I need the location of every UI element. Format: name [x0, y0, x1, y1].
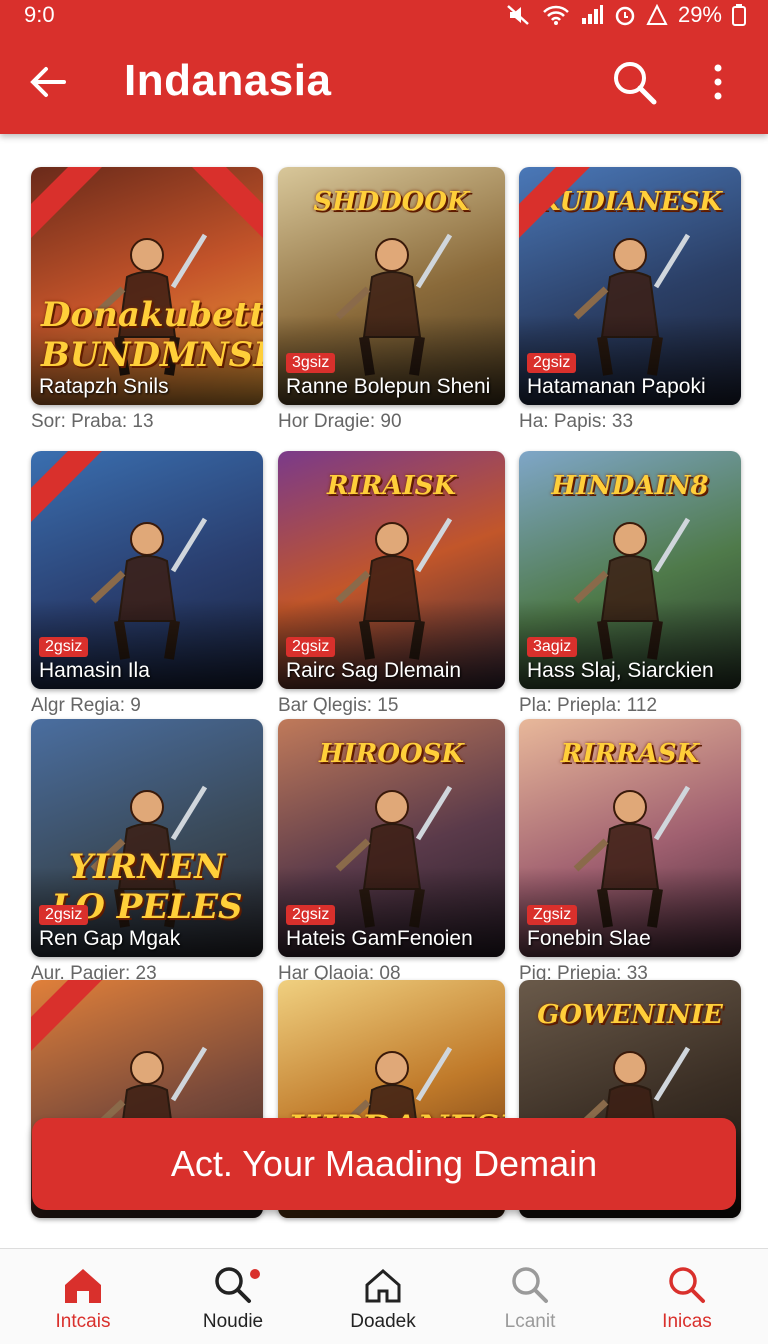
- game-thumbnail[interactable]: Donakubett BUNDMNSEHRatapzh Snils: [31, 167, 263, 405]
- status-icons: 29%: [506, 2, 746, 28]
- game-tag-badge: 2gsiz: [286, 905, 336, 925]
- game-card[interactable]: HINDAIN8 3agiz Hass Slaj, Siarckien Pla: Pr…: [519, 451, 741, 721]
- game-meta: Bar Qlegis: 15: [278, 695, 399, 716]
- game-title: Hatamanan Papoki: [527, 375, 706, 398]
- nav-item-1[interactable]: Noudie: [158, 1265, 308, 1344]
- nav-item-3[interactable]: Lcanit: [455, 1265, 605, 1344]
- game-logo: GOWENINIE: [537, 1000, 723, 1030]
- game-title: Hass Slaj, Siarckien: [527, 659, 714, 682]
- game-thumbnail[interactable]: HIROOSK 2gsiz Hateis GamFenoien: [278, 719, 505, 957]
- status-bar: 9:0 29%: [0, 0, 768, 30]
- nav-item-label: Noudie: [202, 1311, 264, 1332]
- nav-item-4[interactable]: Inicas: [612, 1265, 762, 1344]
- game-thumbnail[interactable]: RIRRASK Zgsiz Fonebin Slae: [519, 719, 741, 957]
- top-bar: 9:0 29% Indanasia: [0, 0, 768, 134]
- search-icon: [455, 1265, 605, 1305]
- data-icon: [646, 4, 668, 25]
- game-logo: RIRRASK: [560, 739, 700, 769]
- nav-item-label: Doadek: [350, 1311, 416, 1332]
- game-card[interactable]: SHDDOOK 3gsiz Ranne Bolepun Sheni Hor Dragi…: [278, 167, 510, 437]
- battery-percent: 29%: [677, 2, 722, 27]
- game-tag-badge: 2gsiz: [527, 353, 577, 373]
- nav-item-0[interactable]: Intcais: [8, 1265, 158, 1344]
- game-thumbnail[interactable]: YIRNEN LO PELES 2gsiz Ren Gap Mgak: [31, 719, 263, 957]
- game-meta: Sor: Praba: 13: [31, 411, 154, 432]
- game-grid: Donakubett BUNDMNSEHRatapzh Snils Sor: Pr…: [0, 134, 768, 1244]
- alarm-icon: [615, 6, 635, 26]
- nav-item-2[interactable]: Doadek: [308, 1265, 458, 1344]
- game-title: Hateis GamFenoien: [286, 927, 473, 950]
- game-tag-badge: 2gsiz: [286, 637, 336, 657]
- game-card[interactable]: 2gsiz Hamasin Ila Algr Regia: 9: [31, 451, 263, 721]
- game-logo: Donakubett BUNDMNSEH: [41, 295, 263, 375]
- game-title: Fonebin Slae: [527, 927, 651, 950]
- game-card[interactable]: KUDIANESK 2gsiz Hatamanan Papoki Ha: Papis:…: [519, 167, 741, 437]
- game-thumbnail[interactable]: KUDIANESK 2gsiz Hatamanan Papoki: [519, 167, 741, 405]
- cta-button[interactable]: Act. Your Maading Demain: [32, 1118, 736, 1210]
- game-thumbnail[interactable]: SHDDOOK 3gsiz Ranne Bolepun Sheni: [278, 167, 505, 405]
- game-tag-badge: 2gsiz: [39, 905, 89, 925]
- page-title: Indanasia: [124, 56, 332, 105]
- game-card[interactable]: Donakubett BUNDMNSEHRatapzh Snils Sor: Pr…: [31, 167, 263, 437]
- game-meta: Hor Dragie: 90: [278, 411, 402, 432]
- game-thumbnail[interactable]: HINDAIN8 3agiz Hass Slaj, Siarckien: [519, 451, 741, 689]
- game-meta: Algr Regia: 9: [31, 695, 141, 716]
- game-card[interactable]: RIRRASK Zgsiz Fonebin Slae Pig: Priepia: 33: [519, 719, 741, 989]
- nav-item-label: Lcanit: [504, 1311, 556, 1332]
- game-tag-badge: 3gsiz: [286, 353, 336, 373]
- signal-icon: [581, 5, 603, 24]
- search-icon[interactable]: [608, 56, 660, 108]
- game-card[interactable]: HIROOSK 2gsiz Hateis GamFenoien Har Qlaoia:…: [278, 719, 510, 989]
- game-tag-badge: Zgsiz: [527, 905, 578, 925]
- game-card[interactable]: YIRNEN LO PELES 2gsiz Ren Gap Mgak Aur. Pag…: [31, 719, 263, 989]
- home-icon: [8, 1265, 158, 1305]
- game-logo: SHDDOOK: [313, 187, 470, 217]
- notification-dot: [250, 1269, 260, 1279]
- game-card[interactable]: RIRAISK 2gsiz Rairc Sag Dlemain Bar Qlegis:…: [278, 451, 510, 721]
- game-thumbnail[interactable]: RIRAISK 2gsiz Rairc Sag Dlemain: [278, 451, 505, 689]
- search-icon: [612, 1265, 762, 1305]
- nav-item-label: Intcais: [55, 1311, 111, 1332]
- nav-item-label: Inicas: [662, 1311, 712, 1332]
- game-title: Hamasin Ila: [39, 659, 150, 682]
- game-meta: Pla: Priepla: 112: [519, 695, 658, 716]
- game-logo: HINDAIN8: [551, 471, 709, 501]
- game-title: Ren Gap Mgak: [39, 927, 181, 950]
- game-title: Ranne Bolepun Sheni: [286, 375, 491, 398]
- game-logo: RIRAISK: [326, 471, 457, 501]
- mute-icon: [507, 5, 529, 25]
- battery-icon: [732, 4, 746, 26]
- app-bar: Indanasia: [0, 40, 768, 124]
- home-outline-icon: [308, 1265, 458, 1305]
- game-thumbnail[interactable]: 2gsiz Hamasin Ila: [31, 451, 263, 689]
- game-meta: Ha: Papis: 33: [519, 411, 634, 432]
- game-title: Ratapzh Snils: [39, 375, 169, 398]
- search-icon: [158, 1265, 308, 1305]
- game-tag-badge: 3agiz: [527, 637, 578, 657]
- game-tag-badge: 2gsiz: [39, 637, 89, 657]
- wifi-icon: [543, 5, 569, 25]
- game-logo: HIROOSK: [318, 739, 464, 769]
- status-time: 9:0: [24, 2, 55, 27]
- back-arrow-icon[interactable]: [24, 58, 72, 106]
- game-title: Rairc Sag Dlemain: [286, 659, 462, 682]
- more-vert-icon[interactable]: [702, 58, 734, 106]
- bottom-nav: Intcais Noudie Doadek Lcanit Inicas: [0, 1248, 768, 1344]
